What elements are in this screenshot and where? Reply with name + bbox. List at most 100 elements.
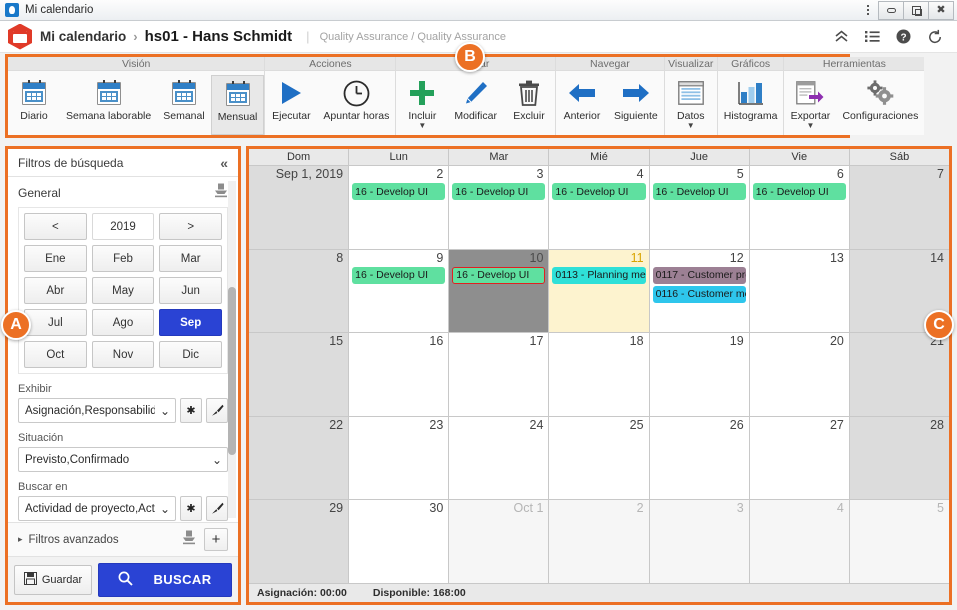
filter-select[interactable]: Asignación,Responsabilidad⌄ bbox=[18, 398, 176, 423]
advanced-filters-row[interactable]: ▸ Filtros avanzados + bbox=[8, 522, 238, 556]
month-button-sep[interactable]: Sep bbox=[159, 309, 223, 336]
year-next-button[interactable]: > bbox=[159, 213, 223, 240]
month-button-jun[interactable]: Jun bbox=[159, 277, 223, 304]
eraser-icon[interactable] bbox=[214, 183, 228, 203]
add-filter-button[interactable]: + bbox=[204, 528, 228, 551]
calendar-day-cell[interactable]: 8 bbox=[249, 249, 350, 333]
calendar-day-cell[interactable]: 17 bbox=[449, 333, 550, 416]
calendar-day-cell[interactable]: 24 bbox=[449, 416, 550, 500]
chevron-down-icon[interactable]: ▼ bbox=[687, 122, 695, 130]
minimize-button[interactable] bbox=[878, 0, 904, 20]
more-options-icon[interactable] bbox=[857, 0, 879, 21]
calendar-day-cell[interactable]: 26 bbox=[649, 416, 750, 500]
calendar-event[interactable]: 0113 - Planning meeting bbox=[552, 266, 646, 284]
calendar-day-cell[interactable]: 23 bbox=[349, 416, 450, 500]
calendar-day-cell[interactable]: 15 bbox=[249, 333, 350, 416]
calendar-event[interactable]: 0116 - Customer meeting bbox=[652, 285, 746, 303]
calendar-day-cell[interactable]: 28 bbox=[849, 416, 949, 500]
ribbon-button-semanalaborable[interactable]: Semana laborable bbox=[60, 75, 157, 135]
calendar-day-cell[interactable]: 16 bbox=[349, 333, 450, 416]
calendar-day-cell[interactable]: 120117 - Customer presentation0116 - Cus… bbox=[649, 249, 750, 333]
calendar-day-cell[interactable]: 25 bbox=[549, 416, 650, 500]
help-icon[interactable]: ? bbox=[896, 29, 911, 44]
month-button-mar[interactable]: Mar bbox=[159, 245, 223, 272]
collapse-left-icon[interactable]: « bbox=[220, 155, 228, 171]
calendar-day-cell[interactable]: 22 bbox=[249, 416, 350, 500]
calendar-day-cell[interactable]: 13 bbox=[749, 249, 850, 333]
calendar-day-cell[interactable]: 7 bbox=[849, 166, 949, 249]
chevron-down-icon[interactable]: ▼ bbox=[806, 122, 814, 130]
calendar-event[interactable]: 16 - Develop UI bbox=[352, 266, 446, 284]
calendar-day-cell[interactable]: 110113 - Planning meeting bbox=[549, 249, 650, 333]
calendar-day-cell[interactable]: 4 16 - Develop UI bbox=[549, 166, 650, 249]
month-button-ago[interactable]: Ago bbox=[91, 309, 155, 336]
ribbon-button-configuraciones[interactable]: Configuraciones bbox=[836, 75, 924, 135]
ribbon-button-excluir[interactable]: Excluir bbox=[503, 75, 555, 135]
calendar-day-cell[interactable]: Sep 1, 2019 bbox=[249, 166, 350, 249]
refresh-icon[interactable] bbox=[927, 29, 943, 45]
calendar-day-cell[interactable]: 6 16 - Develop UI bbox=[749, 166, 850, 249]
calendar-day-cell[interactable]: 27 bbox=[749, 416, 850, 500]
calendar-day-cell[interactable]: 2 16 - Develop UI bbox=[349, 166, 450, 249]
ribbon-button-modificar[interactable]: Modificar bbox=[448, 75, 503, 135]
ribbon-button-siguiente[interactable]: Siguiente bbox=[608, 75, 664, 135]
calendar-event[interactable]: 16 - Develop UI bbox=[452, 266, 546, 284]
ribbon-button-datos[interactable]: Datos ▼ bbox=[665, 75, 717, 135]
chevron-down-icon[interactable]: ⌄ bbox=[155, 399, 175, 422]
calendar-event[interactable]: 16 - Develop UI bbox=[352, 183, 446, 200]
sidebar-scrollbar-thumb[interactable] bbox=[228, 287, 236, 455]
calendar-day-cell[interactable]: 19 bbox=[649, 333, 750, 416]
month-button-jul[interactable]: Jul bbox=[24, 309, 87, 336]
month-button-feb[interactable]: Feb bbox=[91, 245, 155, 272]
calendar-event[interactable]: 16 - Develop UI bbox=[752, 183, 846, 200]
calendar-day-cell[interactable]: 10 16 - Develop UI bbox=[449, 249, 550, 333]
filter-select[interactable]: Actividad de proyecto,Actividad⌄ bbox=[18, 496, 176, 521]
month-button-oct[interactable]: Oct bbox=[24, 341, 87, 368]
asterisk-icon[interactable]: ✱ bbox=[180, 496, 202, 521]
calendar-day-cell[interactable]: 21 bbox=[849, 333, 949, 416]
ribbon-button-histograma[interactable]: Histograma bbox=[718, 75, 784, 135]
chevron-down-icon[interactable]: ▼ bbox=[418, 122, 426, 130]
ribbon-button-incluir[interactable]: Incluir ▼ bbox=[396, 75, 448, 135]
month-button-abr[interactable]: Abr bbox=[24, 277, 87, 304]
chevron-down-icon[interactable]: ⌄ bbox=[155, 497, 175, 520]
ribbon-button-anterior[interactable]: Anterior bbox=[556, 75, 608, 135]
calendar-day-cell[interactable]: 5 16 - Develop UI bbox=[649, 166, 750, 249]
calendar-day-cell[interactable]: 3 bbox=[649, 500, 750, 583]
calendar-day-cell[interactable]: 2 bbox=[549, 500, 650, 583]
month-button-dic[interactable]: Dic bbox=[159, 341, 223, 368]
ribbon-button-mensual[interactable]: Mensual bbox=[210, 75, 265, 135]
save-button[interactable]: Guardar bbox=[14, 564, 92, 595]
calendar-day-cell[interactable]: 18 bbox=[549, 333, 650, 416]
calendar-event[interactable]: 16 - Develop UI bbox=[452, 183, 546, 200]
search-button[interactable]: BUSCAR bbox=[98, 562, 232, 597]
collapse-up-icon[interactable] bbox=[834, 30, 849, 43]
calendar-day-cell[interactable]: 20 bbox=[749, 333, 850, 416]
list-menu-icon[interactable] bbox=[865, 30, 880, 43]
calendar-day-cell[interactable]: 30 bbox=[349, 500, 450, 583]
ribbon-button-exportar[interactable]: Exportar ▼ bbox=[784, 75, 836, 135]
month-button-nov[interactable]: Nov bbox=[91, 341, 155, 368]
month-button-ene[interactable]: Ene bbox=[24, 245, 87, 272]
calendar-event[interactable]: 0117 - Customer presentation bbox=[652, 266, 746, 284]
ribbon-button-semanal[interactable]: Semanal bbox=[157, 75, 210, 135]
brush-icon[interactable] bbox=[206, 398, 228, 423]
calendar-event[interactable]: 16 - Develop UI bbox=[552, 183, 646, 200]
chevron-down-icon[interactable]: ⌄ bbox=[207, 448, 227, 471]
breadcrumb-root[interactable]: Mi calendario bbox=[40, 29, 126, 44]
ribbon-button-ejecutar[interactable]: Ejecutar bbox=[265, 75, 317, 135]
calendar-day-cell[interactable]: 5 bbox=[849, 500, 949, 583]
maximize-button[interactable] bbox=[903, 0, 929, 20]
filter-select[interactable]: Previsto,Confirmado ⌄ bbox=[18, 447, 228, 472]
calendar-day-cell[interactable]: 29 bbox=[249, 500, 350, 583]
ribbon-button-apuntarhoras[interactable]: Apuntar horas bbox=[317, 75, 395, 135]
year-prev-button[interactable]: < bbox=[24, 213, 87, 240]
asterisk-icon[interactable]: ✱ bbox=[180, 398, 202, 423]
expand-arrow-icon[interactable]: ▸ bbox=[18, 534, 23, 545]
close-button[interactable]: ✖ bbox=[928, 0, 954, 20]
advanced-eraser-icon[interactable] bbox=[182, 530, 196, 550]
month-button-may[interactable]: May bbox=[91, 277, 155, 304]
calendar-day-cell[interactable]: Oct 1 bbox=[449, 500, 550, 583]
calendar-day-cell[interactable]: 4 bbox=[749, 500, 850, 583]
ribbon-button-diario[interactable]: Diario bbox=[8, 75, 60, 135]
